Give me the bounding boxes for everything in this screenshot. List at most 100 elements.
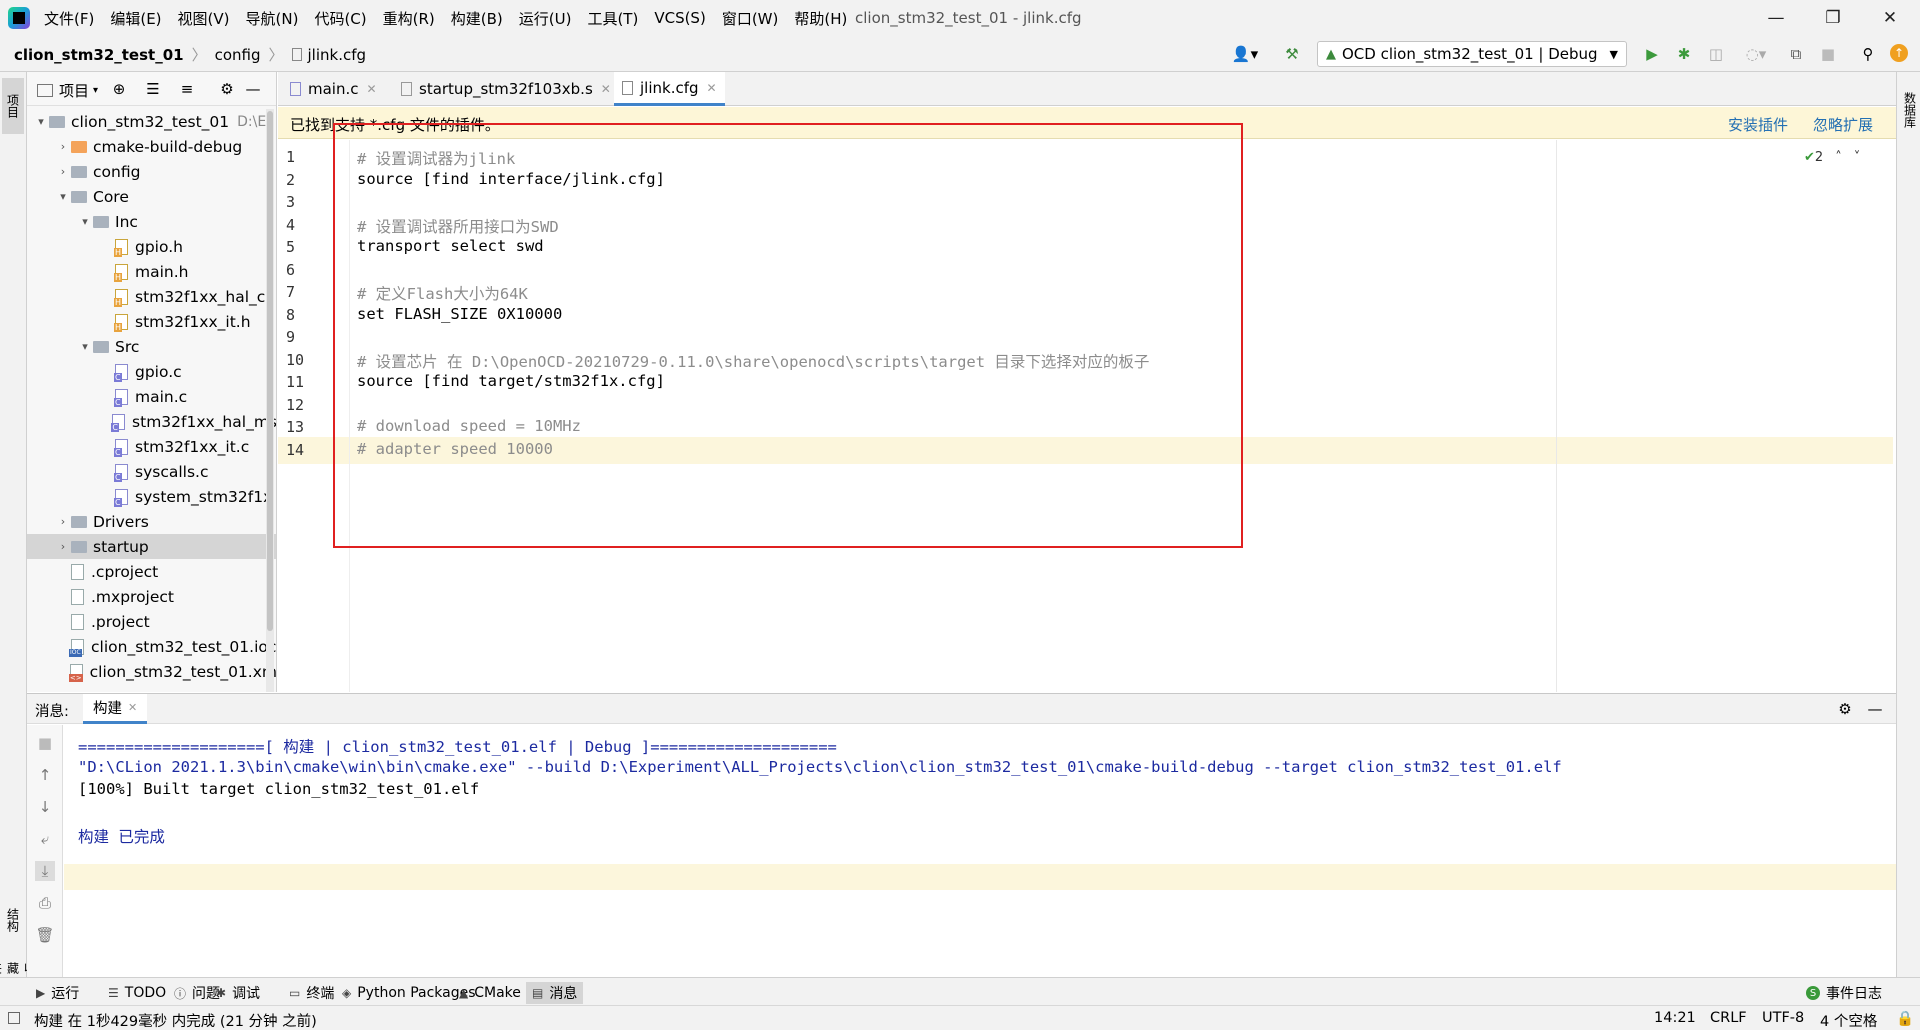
tree-item[interactable]: stm32f1xx_hal_ms: [27, 409, 276, 434]
tree-item[interactable]: main.c: [27, 384, 276, 409]
favorites-tool-tab[interactable]: 收藏夹: [0, 962, 37, 978]
menu-tools[interactable]: 工具(T): [587, 8, 638, 29]
tree-item[interactable]: › Drivers: [27, 509, 276, 534]
menu-help[interactable]: 帮助(H): [794, 8, 847, 29]
breadcrumb-folder[interactable]: config: [215, 46, 261, 64]
tree-scrollbar-thumb[interactable]: [267, 111, 273, 631]
arrow-up-icon[interactable]: ↑: [35, 765, 55, 785]
tree-item[interactable]: system_stm32f1x: [27, 484, 276, 509]
menu-vcs[interactable]: VCS(S): [654, 9, 705, 27]
tree-item[interactable]: syscalls.c: [27, 459, 276, 484]
coverage-icon[interactable]: ◫: [1706, 44, 1726, 64]
user-icon[interactable]: 👤▾: [1228, 44, 1262, 64]
structure-tool-tab[interactable]: 结构: [2, 892, 24, 948]
tool-window-button[interactable]: ✱ 调试: [210, 982, 266, 1004]
chevron-down-icon[interactable]: ▾: [77, 340, 93, 353]
chevron-up-icon[interactable]: ˄: [1835, 150, 1842, 165]
soft-wrap-icon[interactable]: ⤶: [35, 829, 55, 849]
tab-startup-s[interactable]: startup_stm32f103xb.s ✕: [393, 72, 619, 106]
menu-edit[interactable]: 编辑(E): [110, 8, 161, 29]
attach-icon[interactable]: ⧉: [1786, 44, 1806, 64]
tree-item[interactable]: .project: [27, 609, 276, 634]
locate-icon[interactable]: ⊕: [109, 79, 129, 99]
close-icon[interactable]: ✕: [601, 82, 611, 96]
tree-item[interactable]: main.h: [27, 259, 276, 284]
stop-icon[interactable]: ■: [35, 733, 55, 753]
tree-item[interactable]: › cmake-build-debug: [27, 134, 276, 159]
tool-window-button[interactable]: ▤ 消息: [526, 982, 584, 1004]
database-tool-tab[interactable]: 数据库: [1899, 80, 1920, 140]
chevron-down-icon[interactable]: ▾: [55, 190, 71, 203]
menu-window[interactable]: 窗口(W): [722, 8, 779, 29]
ignore-extension-link[interactable]: 忽略扩展: [1813, 114, 1873, 135]
gear-icon[interactable]: ⚙: [217, 79, 237, 99]
stop-icon[interactable]: ■: [1818, 44, 1838, 64]
tree-item[interactable]: stm32f1xx_it.h: [27, 309, 276, 334]
chevron-right-icon[interactable]: ›: [55, 540, 71, 553]
tool-window-button[interactable]: ☰ TODO: [102, 982, 172, 1004]
gear-icon[interactable]: ⚙: [1835, 699, 1855, 719]
inspection-count[interactable]: ✔ 2: [1804, 150, 1823, 165]
tool-window-button[interactable]: ▶ 运行: [30, 982, 85, 1004]
tool-window-button[interactable]: ▭ 终端: [283, 982, 340, 1004]
line-separator[interactable]: CRLF: [1710, 1010, 1747, 1026]
restore-icon[interactable]: ❐: [1813, 4, 1853, 32]
menu-view[interactable]: 视图(V): [178, 8, 230, 29]
tab-main-c[interactable]: main.c ✕: [282, 72, 385, 106]
breadcrumb-project[interactable]: clion_stm32_test_01: [14, 46, 184, 64]
tree-item[interactable]: ▾ Src: [27, 334, 276, 359]
tab-jlink-cfg[interactable]: jlink.cfg ✕: [614, 72, 725, 106]
tree-item[interactable]: stm32f1xx_hal_co: [27, 284, 276, 309]
tree-item[interactable]: gpio.h: [27, 234, 276, 259]
tree-item[interactable]: .mxproject: [27, 584, 276, 609]
breadcrumb-file[interactable]: jlink.cfg: [308, 46, 367, 64]
file-encoding[interactable]: UTF-8: [1762, 1010, 1804, 1026]
tree-item[interactable]: ▾ clion_stm32_test_01 D:\Ex: [27, 109, 276, 134]
tree-item[interactable]: .cproject: [27, 559, 276, 584]
menu-build[interactable]: 构建(B): [451, 8, 503, 29]
install-plugin-link[interactable]: 安装插件: [1728, 114, 1788, 135]
print-icon[interactable]: ⎙: [35, 893, 55, 913]
hide-panel-icon[interactable]: —: [1865, 699, 1885, 719]
menu-run[interactable]: 运行(U): [519, 8, 572, 29]
status-message[interactable]: 构建 在 1秒429毫秒 内完成 (21 分钟 之前): [34, 1010, 317, 1030]
tab-build[interactable]: 构建 ✕: [83, 694, 148, 724]
collapse-all-icon[interactable]: ≡: [177, 79, 197, 99]
chevron-right-icon[interactable]: ›: [55, 515, 71, 528]
scroll-to-end-icon[interactable]: ⤓: [35, 861, 55, 881]
build-hammer-icon[interactable]: ⚒: [1282, 44, 1302, 64]
menu-code[interactable]: 代码(C): [314, 8, 366, 29]
chevron-right-icon[interactable]: ›: [55, 165, 71, 178]
close-icon[interactable]: ✕: [707, 81, 717, 95]
tree-item[interactable]: ▾ Inc: [27, 209, 276, 234]
lock-icon[interactable]: 🔒: [1896, 1010, 1914, 1027]
toggle-tool-windows-icon[interactable]: [8, 1012, 20, 1024]
close-icon[interactable]: ✕: [128, 701, 137, 714]
hide-panel-icon[interactable]: —: [243, 79, 263, 99]
caret-position[interactable]: 14:21: [1654, 1010, 1696, 1026]
debug-icon[interactable]: ✱: [1674, 44, 1694, 64]
tree-item[interactable]: clion_stm32_test_01.xm: [27, 659, 276, 684]
menu-navigate[interactable]: 导航(N): [246, 8, 299, 29]
project-view-selector[interactable]: 项目 ▾: [37, 80, 98, 101]
indent-setting[interactable]: 4 个空格: [1820, 1010, 1877, 1030]
tree-item[interactable]: › startup: [27, 534, 276, 559]
tree-scrollbar[interactable]: [266, 109, 274, 692]
chevron-down-icon[interactable]: ˅: [1854, 150, 1861, 165]
tree-item[interactable]: stm32f1xx_it.c: [27, 434, 276, 459]
expand-all-icon[interactable]: ☰: [143, 79, 163, 99]
chevron-down-icon[interactable]: ▾: [77, 215, 93, 228]
tree-item[interactable]: › config: [27, 159, 276, 184]
event-log-button[interactable]: S 事件日志: [1800, 982, 1888, 1004]
close-icon[interactable]: ✕: [1870, 4, 1910, 32]
run-icon[interactable]: ▶: [1642, 44, 1662, 64]
menu-refactor[interactable]: 重构(R): [383, 8, 435, 29]
update-icon[interactable]: ↑: [1890, 44, 1908, 62]
close-icon[interactable]: ✕: [367, 82, 377, 96]
minimize-icon[interactable]: —: [1756, 4, 1796, 32]
tree-item[interactable]: gpio.c: [27, 359, 276, 384]
menu-file[interactable]: 文件(F): [44, 8, 94, 29]
chevron-down-icon[interactable]: ▾: [33, 115, 49, 128]
profile-icon[interactable]: ◌▾: [1738, 44, 1774, 64]
trash-icon[interactable]: 🗑: [35, 925, 55, 945]
